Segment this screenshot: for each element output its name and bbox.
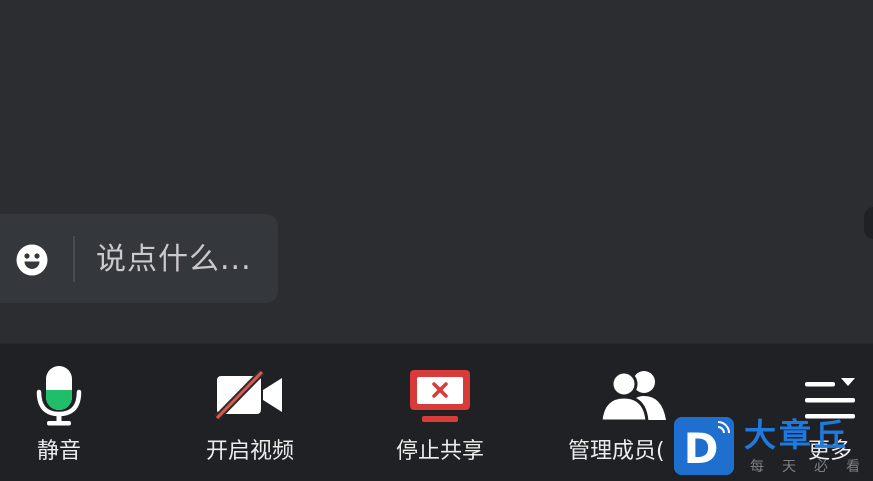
brand-watermark: D 大章丘 每天必看 <box>672 415 873 481</box>
brand-logo-letter: D <box>684 424 719 473</box>
emoji-icon[interactable] <box>16 244 48 276</box>
stop-share-label: 停止共享 <box>395 439 485 464</box>
side-panel-handle[interactable] <box>864 207 873 239</box>
stop-share-button[interactable]: 停止共享 <box>385 344 495 481</box>
brand-slogan: 每天必看 <box>750 459 873 475</box>
members-icon <box>598 366 668 426</box>
start-video-label: 开启视频 <box>205 439 295 464</box>
video-off-icon <box>214 369 285 424</box>
chat-divider <box>73 236 75 282</box>
stop-share-icon <box>408 368 472 428</box>
manage-members-label: 管理成员( <box>568 439 665 464</box>
meeting-screen: 说点什么... 静音 开启视频 停止共享 管理成员(更多 D 大章丘 每天必看 <box>0 0 873 481</box>
mute-label: 静音 <box>36 439 82 464</box>
chat-input-bar[interactable]: 说点什么... <box>0 214 278 303</box>
chat-placeholder[interactable]: 说点什么... <box>96 240 252 280</box>
start-video-button[interactable]: 开启视频 <box>195 344 305 481</box>
mute-button[interactable]: 静音 <box>14 344 104 481</box>
brand-logo: D <box>674 417 734 475</box>
brand-name: 大章丘 <box>744 416 850 454</box>
microphone-icon <box>34 362 84 430</box>
